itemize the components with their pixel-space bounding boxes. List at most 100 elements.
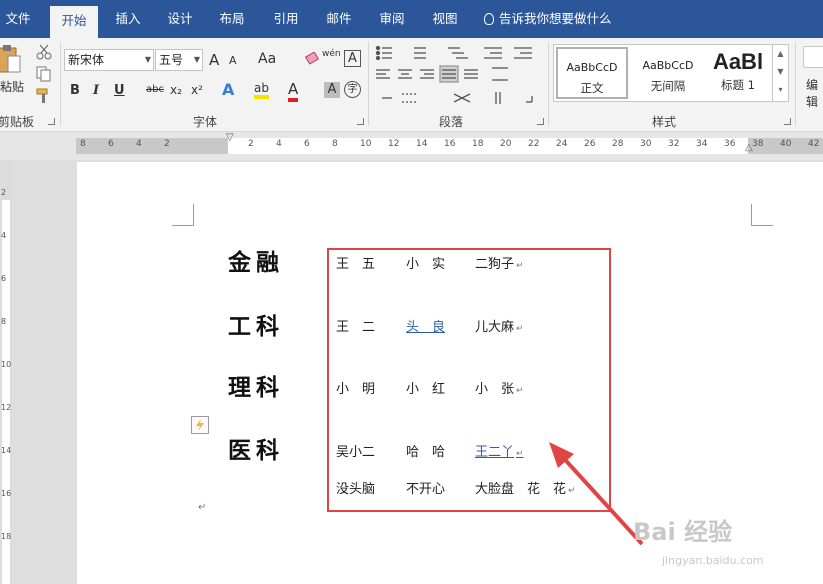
clipboard-launcher-icon[interactable]	[48, 118, 55, 125]
ruler-tick: 40	[780, 139, 792, 149]
paragraph-icons	[374, 44, 544, 113]
ruler-tick: 16	[444, 139, 456, 149]
chevron-down-icon: ▼	[144, 55, 151, 64]
ruler-tick: 4	[276, 139, 282, 149]
tab-view[interactable]: 视图	[425, 0, 465, 38]
subject-medicine: 医科	[228, 437, 284, 464]
subject-engineering: 工科	[228, 313, 284, 340]
name-cell[interactable]: 大脸盘 花 花 ↵	[475, 478, 576, 497]
find-icon[interactable]	[803, 46, 823, 68]
styles-launcher-icon[interactable]	[784, 118, 791, 125]
ruler-tick: 22	[528, 139, 540, 149]
copy-icon[interactable]	[36, 66, 52, 85]
indent-marker-icon[interactable]: ▽	[226, 132, 234, 143]
enclose-char-button[interactable]: 字	[344, 81, 361, 98]
underline-button[interactable]: U	[114, 83, 125, 98]
name-cell[interactable]: 小 张 ↵	[475, 378, 524, 397]
paragraph-mark: ↵	[516, 261, 524, 271]
lightning-icon[interactable]	[191, 416, 209, 434]
name-cell[interactable]: 二狗子 ↵	[475, 253, 524, 272]
group-divider	[795, 42, 796, 126]
name-cell[interactable]: 儿大麻 ↵	[475, 316, 524, 335]
name-cell[interactable]: 不开心	[406, 478, 445, 497]
font-name-combo[interactable]: 新宋体 ▼	[64, 49, 154, 71]
tab-insert[interactable]: 插入	[108, 0, 148, 38]
styles-group-label: 样式	[652, 115, 677, 129]
char-border-button[interactable]: A	[344, 50, 361, 67]
group-divider	[368, 42, 369, 126]
clear-format-icon[interactable]	[304, 51, 320, 69]
tab-references[interactable]: 引用	[266, 0, 306, 38]
styles-gallery: AaBbCcD 正文 AaBbCcD 无间隔 AaBl 标题 1 ▲ ▼ ▾	[553, 44, 789, 102]
name-cell[interactable]: 王 五	[336, 253, 375, 272]
shrink-font-button[interactable]: A	[229, 54, 237, 67]
tab-review[interactable]: 审阅	[372, 0, 412, 38]
group-divider	[548, 42, 549, 126]
style-sample: AaBl	[712, 49, 764, 74]
paste-icon	[0, 45, 21, 73]
vertical-ruler-tick: 4	[1, 231, 7, 240]
styles-scroll[interactable]: ▲ ▼ ▾	[772, 45, 788, 101]
ruler-tick: 14	[416, 139, 428, 149]
vertical-ruler-tick: 6	[1, 274, 7, 283]
style-normal[interactable]: AaBbCcD 正文	[556, 47, 628, 99]
font-size-value: 五号	[159, 53, 184, 67]
right-indent-marker-icon[interactable]: △	[745, 142, 753, 153]
tab-design[interactable]: 设计	[160, 0, 200, 38]
tab-home[interactable]: 开始	[50, 6, 98, 38]
name-cell[interactable]: 没头脑	[336, 478, 375, 497]
font-name-value: 新宋体	[68, 53, 105, 67]
name-cell[interactable]: 王二丫 ↵	[475, 441, 524, 460]
style-sample: AaBbCcD	[566, 61, 618, 74]
grow-font-button[interactable]: A	[209, 51, 219, 69]
tell-me-search[interactable]: 告诉我你想要做什么	[484, 0, 612, 38]
name-cell[interactable]: 小 红	[406, 378, 445, 397]
style-no-spacing[interactable]: AaBbCcD 无间隔	[632, 47, 704, 99]
highlight-button[interactable]: ab	[254, 81, 269, 99]
italic-button[interactable]: I	[93, 83, 99, 98]
paragraph-mark: ↵	[568, 486, 576, 496]
text-effects-button[interactable]: A	[222, 80, 234, 99]
style-heading-1[interactable]: AaBl 标题 1	[706, 47, 770, 99]
font-color-button[interactable]: A	[288, 80, 299, 102]
vertical-ruler-tick: 10	[1, 360, 12, 369]
font-launcher-icon[interactable]	[357, 118, 364, 125]
ruler-tick: 34	[696, 139, 708, 149]
watermark-brand: Bai 经验	[633, 518, 733, 546]
chevron-down-icon: ▼	[193, 55, 200, 64]
paragraph-mark: ↵	[516, 386, 524, 396]
format-painter-icon[interactable]	[36, 88, 52, 107]
name-cell[interactable]: 王 二	[336, 316, 375, 335]
change-case-button[interactable]: Aa	[258, 51, 276, 67]
superscript-button[interactable]: x²	[191, 83, 203, 97]
subject-science: 理科	[228, 374, 284, 401]
name-cell[interactable]: 小 实	[406, 253, 445, 272]
paragraph-launcher-icon[interactable]	[537, 118, 544, 125]
style-name: 正文	[580, 81, 604, 95]
paste-button[interactable]	[0, 44, 22, 74]
paragraph-mark: ↵	[198, 502, 207, 513]
tab-file[interactable]: 文件	[0, 0, 36, 38]
tab-mailings[interactable]: 邮件	[319, 0, 359, 38]
tab-layout[interactable]: 布局	[212, 0, 252, 38]
bold-button[interactable]: B	[70, 83, 80, 98]
ruler-tick: 26	[584, 139, 596, 149]
name-cell[interactable]: 吴小二	[336, 441, 375, 460]
horizontal-ruler[interactable]: 8 6 4 2 2 4 6 8 10 12 14 16 18 20 22 24 26 28 30 32 34 36 38 40…	[0, 132, 823, 160]
phonetic-guide-button[interactable]: wén	[322, 49, 341, 59]
strikethrough-button[interactable]: abc	[146, 84, 164, 95]
cut-icon[interactable]	[36, 44, 52, 63]
ruler-tick: 20	[500, 139, 512, 149]
ruler-tick: 2	[248, 139, 254, 149]
ruler-tick: 24	[556, 139, 568, 149]
name-cell[interactable]: 头 良	[406, 316, 445, 335]
char-shading-button[interactable]: A	[324, 82, 340, 98]
name-cell[interactable]: 小 明	[336, 378, 375, 397]
vertical-ruler[interactable]: 2 4 6 8 10 12 14 16 18	[0, 160, 12, 584]
name-cell[interactable]: 哈 哈	[406, 441, 445, 460]
ribbon-home: 粘贴 剪贴板 新宋体 ▼ 五号 ▼ A A Aa wén A B I U abc x…	[0, 38, 823, 132]
font-size-combo[interactable]: 五号 ▼	[155, 49, 203, 71]
vertical-ruler-tick: 16	[1, 489, 12, 498]
subscript-button[interactable]: x₂	[170, 83, 182, 97]
clipboard-group-label: 剪贴板	[0, 115, 35, 129]
